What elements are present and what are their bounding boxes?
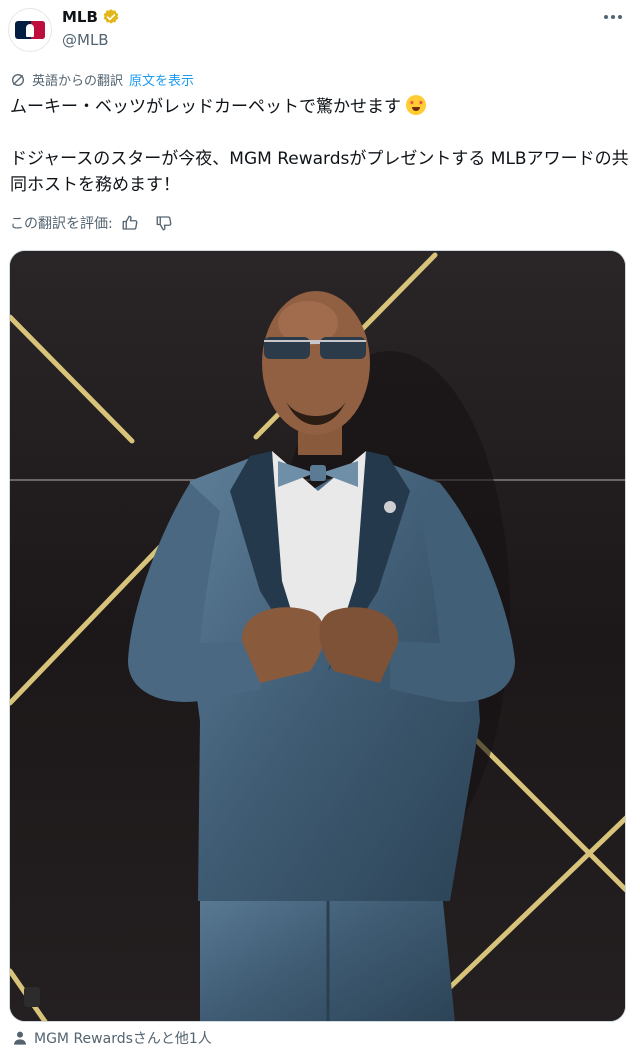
avatar[interactable]	[8, 8, 52, 52]
rate-label: この翻訳を評価:	[10, 216, 113, 232]
rate-translation: この翻訳を評価:	[10, 213, 173, 233]
verified-badge-icon	[103, 9, 119, 24]
more-options-icon[interactable]	[604, 10, 626, 24]
translate-icon	[12, 73, 24, 86]
show-original-link[interactable]: 原文を表示	[129, 70, 194, 89]
person-icon	[14, 1031, 26, 1045]
tweet-header: MLB @MLB	[0, 0, 640, 60]
star-struck-emoji-icon	[406, 95, 427, 115]
tweet-line-2: ドジャースのスターが今夜、MGM Rewardsがプレゼントする MLBアワード…	[10, 149, 629, 195]
tagged-users[interactable]: MGM Rewardsさんと他1人	[12, 1028, 212, 1048]
tweet-photo[interactable]	[9, 250, 626, 1022]
thumbs-down-icon[interactable]	[155, 214, 173, 232]
translation-notice: 英語からの翻訳 原文を表示	[10, 70, 194, 89]
name-row: MLB	[62, 8, 120, 26]
translation-label: 英語からの翻訳	[32, 74, 124, 89]
user-handle[interactable]: @MLB	[62, 31, 109, 49]
tweet-line-1: ムーキー・ベッツがレッドカーペットで驚かせます	[10, 97, 401, 117]
tagged-users-label: MGM Rewardsさんと他1人	[34, 1031, 212, 1047]
mlb-logo-icon	[15, 21, 45, 39]
tweet-text: ムーキー・ベッツがレッドカーペットで驚かせます ドジャースのスターが今夜、MGM…	[10, 94, 632, 198]
display-name[interactable]: MLB	[62, 8, 98, 26]
thumbs-up-icon[interactable]	[121, 214, 139, 232]
photo-image	[10, 251, 625, 1021]
